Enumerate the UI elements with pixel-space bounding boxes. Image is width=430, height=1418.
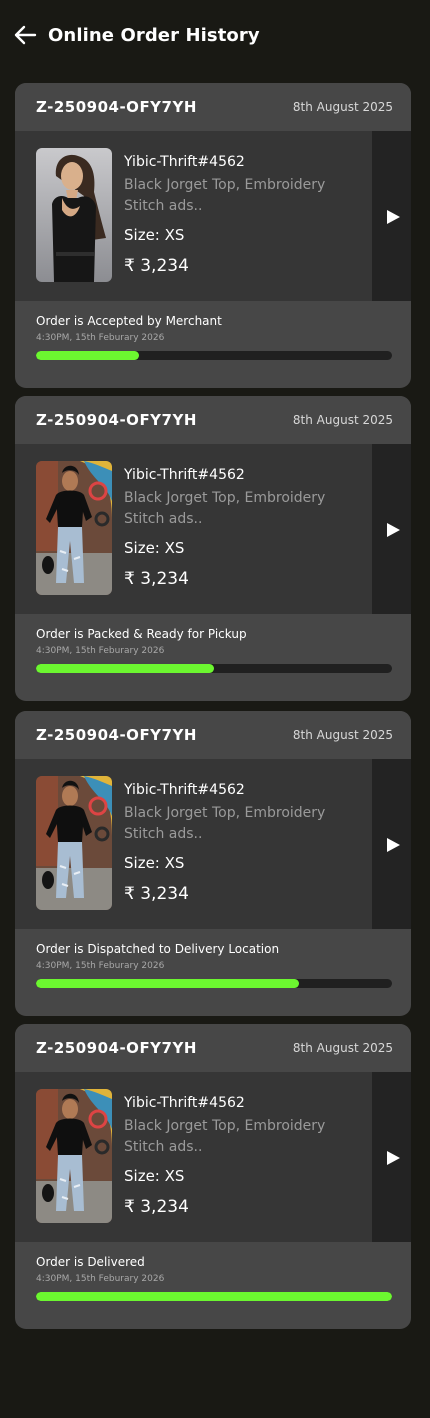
progress-fill [36, 1292, 392, 1301]
order-card-header: Z-250904-OFY7YH 8th August 2025 [15, 396, 411, 444]
product-image [36, 148, 112, 282]
play-arrow-icon [387, 523, 400, 537]
order-status: Order is Packed & Ready for Pickup [36, 627, 247, 641]
play-arrow-icon [387, 210, 400, 224]
product-description: Black Jorget Top, Embroidery Stitch ads.… [124, 490, 326, 527]
order-id: Z-250904-OFY7YH [36, 1039, 197, 1057]
order-id: Z-250904-OFY7YH [36, 98, 197, 116]
progress-bar [36, 979, 392, 988]
product-size: Size: XS [124, 226, 185, 244]
product-image [36, 461, 112, 595]
order-status-time: 4:30PM, 15th Feburary 2026 [36, 646, 165, 656]
store-name: Yibic-Thrift#4562 [124, 782, 245, 798]
product-image [36, 776, 112, 910]
open-order-button[interactable] [372, 1072, 411, 1242]
product-price: ₹ 3,234 [124, 1197, 189, 1217]
product-size: Size: XS [124, 854, 185, 872]
store-name: Yibic-Thrift#4562 [124, 467, 245, 483]
order-date: 8th August 2025 [292, 413, 393, 427]
order-status: Order is Accepted by Merchant [36, 314, 222, 328]
order-status-time: 4:30PM, 15th Feburary 2026 [36, 333, 165, 343]
product-size: Size: XS [124, 1167, 185, 1185]
back-arrow-icon[interactable] [13, 24, 37, 46]
order-date: 8th August 2025 [292, 1041, 393, 1055]
progress-bar [36, 1292, 392, 1301]
product-description: Black Jorget Top, Embroidery Stitch ads.… [124, 177, 326, 214]
progress-bar [36, 351, 392, 360]
store-name: Yibic-Thrift#4562 [124, 1095, 245, 1111]
order-id: Z-250904-OFY7YH [36, 411, 197, 429]
order-card[interactable]: Z-250904-OFY7YH 8th August 2025 Yibic-Th… [15, 83, 411, 388]
order-status-time: 4:30PM, 15th Feburary 2026 [36, 1274, 165, 1284]
order-date: 8th August 2025 [292, 728, 393, 742]
order-status-time: 4:30PM, 15th Feburary 2026 [36, 961, 165, 971]
open-order-button[interactable] [372, 131, 411, 301]
store-name: Yibic-Thrift#4562 [124, 154, 245, 170]
order-id: Z-250904-OFY7YH [36, 726, 197, 744]
order-card[interactable]: Z-250904-OFY7YH 8th August 2025 Yibic-Th… [15, 396, 411, 701]
order-card-header: Z-250904-OFY7YH 8th August 2025 [15, 83, 411, 131]
progress-fill [36, 351, 140, 360]
progress-bar [36, 664, 392, 673]
open-order-button[interactable] [372, 759, 411, 929]
app-header: Online Order History [0, 0, 430, 72]
open-order-button[interactable] [372, 444, 411, 614]
product-description: Black Jorget Top, Embroidery Stitch ads.… [124, 1118, 326, 1155]
progress-fill [36, 664, 214, 673]
order-product-details: Yibic-Thrift#4562 Black Jorget Top, Embr… [15, 444, 372, 614]
play-arrow-icon [387, 1151, 400, 1165]
play-arrow-icon [387, 838, 400, 852]
order-product-details: Yibic-Thrift#4562 Black Jorget Top, Embr… [15, 759, 372, 929]
product-description: Black Jorget Top, Embroidery Stitch ads.… [124, 805, 326, 842]
product-size: Size: XS [124, 539, 185, 557]
product-price: ₹ 3,234 [124, 256, 189, 276]
order-status: Order is Dispatched to Delivery Location [36, 942, 280, 956]
order-card-header: Z-250904-OFY7YH 8th August 2025 [15, 1024, 411, 1072]
order-card-header: Z-250904-OFY7YH 8th August 2025 [15, 711, 411, 759]
product-price: ₹ 3,234 [124, 569, 189, 589]
order-date: 8th August 2025 [292, 100, 393, 114]
order-product-details: Yibic-Thrift#4562 Black Jorget Top, Embr… [15, 1072, 372, 1242]
order-card[interactable]: Z-250904-OFY7YH 8th August 2025 Yibic-Th… [15, 1024, 411, 1329]
product-image [36, 1089, 112, 1223]
progress-fill [36, 979, 300, 988]
order-product-details: Yibic-Thrift#4562 Black Jorget Top, Embr… [15, 131, 372, 301]
order-status: Order is Delivered [36, 1255, 145, 1269]
order-card[interactable]: Z-250904-OFY7YH 8th August 2025 Yibic-Th… [15, 711, 411, 1016]
product-price: ₹ 3,234 [124, 884, 189, 904]
page-title: Online Order History [48, 25, 260, 46]
